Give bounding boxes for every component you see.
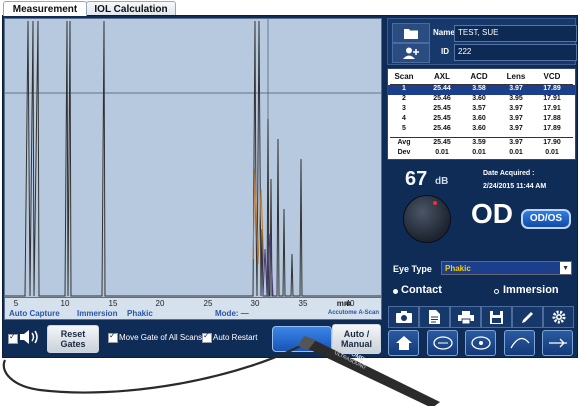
- gain-unit: dB: [435, 176, 449, 187]
- name-label: Name: [433, 28, 455, 37]
- immersion-label[interactable]: Immersion: [503, 284, 559, 296]
- tab-measurement[interactable]: Measurement: [3, 1, 87, 16]
- axis-tick-label: 35: [298, 299, 308, 308]
- table-row[interactable]: 2 25.46 3.60 3.95 17.91: [388, 95, 575, 105]
- axis-tick-label: 10: [60, 299, 70, 308]
- status-auto-capture: Auto Capture: [9, 309, 60, 318]
- status-phakic: Phakic: [127, 309, 153, 318]
- depth-axis: 5 10 15 20 25 30 35 40 mm Auto Capture I…: [4, 298, 382, 320]
- status-immersion: Immersion: [77, 309, 118, 318]
- id-field[interactable]: 222: [454, 44, 577, 61]
- axis-tick-label: 15: [108, 299, 118, 308]
- table-row[interactable]: 3 25.45 3.57 3.97 17.91: [388, 105, 575, 115]
- gain-knob[interactable]: [403, 195, 451, 243]
- id-label: ID: [441, 47, 449, 56]
- date-acquired-value: 2/24/2015 11:44 AM: [483, 183, 547, 190]
- axis-tick-label: 5: [13, 299, 19, 308]
- status-mode: Mode: —: [215, 309, 249, 318]
- od-os-toggle-button[interactable]: OD/OS: [521, 209, 571, 229]
- a-scan-display[interactable]: [4, 18, 382, 298]
- contact-radio[interactable]: [393, 289, 398, 294]
- axis-unit: mm: [336, 299, 351, 308]
- date-acquired-label: Date Acquired :: [483, 170, 535, 177]
- status-brand: Accutome A-Scan: [327, 310, 379, 316]
- ultrasound-probe-cable: [2, 336, 440, 406]
- tab-iol-calculation[interactable]: IOL Calculation: [86, 1, 176, 16]
- immersion-radio[interactable]: [494, 289, 499, 294]
- name-field[interactable]: TEST, SUE: [454, 25, 577, 42]
- eye-type-label: Eye Type: [393, 264, 432, 274]
- table-row[interactable]: 4 25.45 3.60 3.97 17.88: [388, 115, 575, 125]
- eye-type-value: Phakic: [445, 264, 471, 273]
- table-summary-row: Avg 25.45 3.59 3.97 17.90: [397, 139, 561, 146]
- table-header: Scan AXL ACD Lens VCD: [394, 72, 561, 81]
- table-summary-row: Dev 0.01 0.01 0.01 0.01: [397, 149, 559, 156]
- current-eye: OD: [471, 198, 513, 229]
- patient-info-panel: Name TEST, SUE ID 222: [387, 18, 577, 65]
- contact-label[interactable]: Contact: [401, 284, 442, 296]
- gain-value: 67: [405, 168, 428, 190]
- eye-type-select[interactable]: Phakic ▼: [441, 261, 572, 275]
- axis-tick-label: 30: [250, 299, 260, 308]
- table-row[interactable]: 5 25.46 3.60 3.97 17.89: [388, 125, 575, 135]
- a-scan-waveform: [5, 19, 381, 297]
- axis-tick-label: 25: [203, 299, 213, 308]
- chevron-down-icon: ▼: [562, 265, 569, 272]
- add-person-icon[interactable]: [392, 43, 430, 63]
- gain-eye-panel: 67 dB Date Acquired : 2/24/2015 11:44 AM…: [387, 163, 576, 259]
- table-row[interactable]: 1 25.44 3.58 3.97 17.89: [388, 85, 575, 95]
- folder-icon[interactable]: [392, 23, 430, 43]
- measurement-table[interactable]: Scan AXL ACD Lens VCD 1 25.44 3.58 3.97 17.8…: [387, 68, 576, 160]
- axis-tick-label: 20: [155, 299, 165, 308]
